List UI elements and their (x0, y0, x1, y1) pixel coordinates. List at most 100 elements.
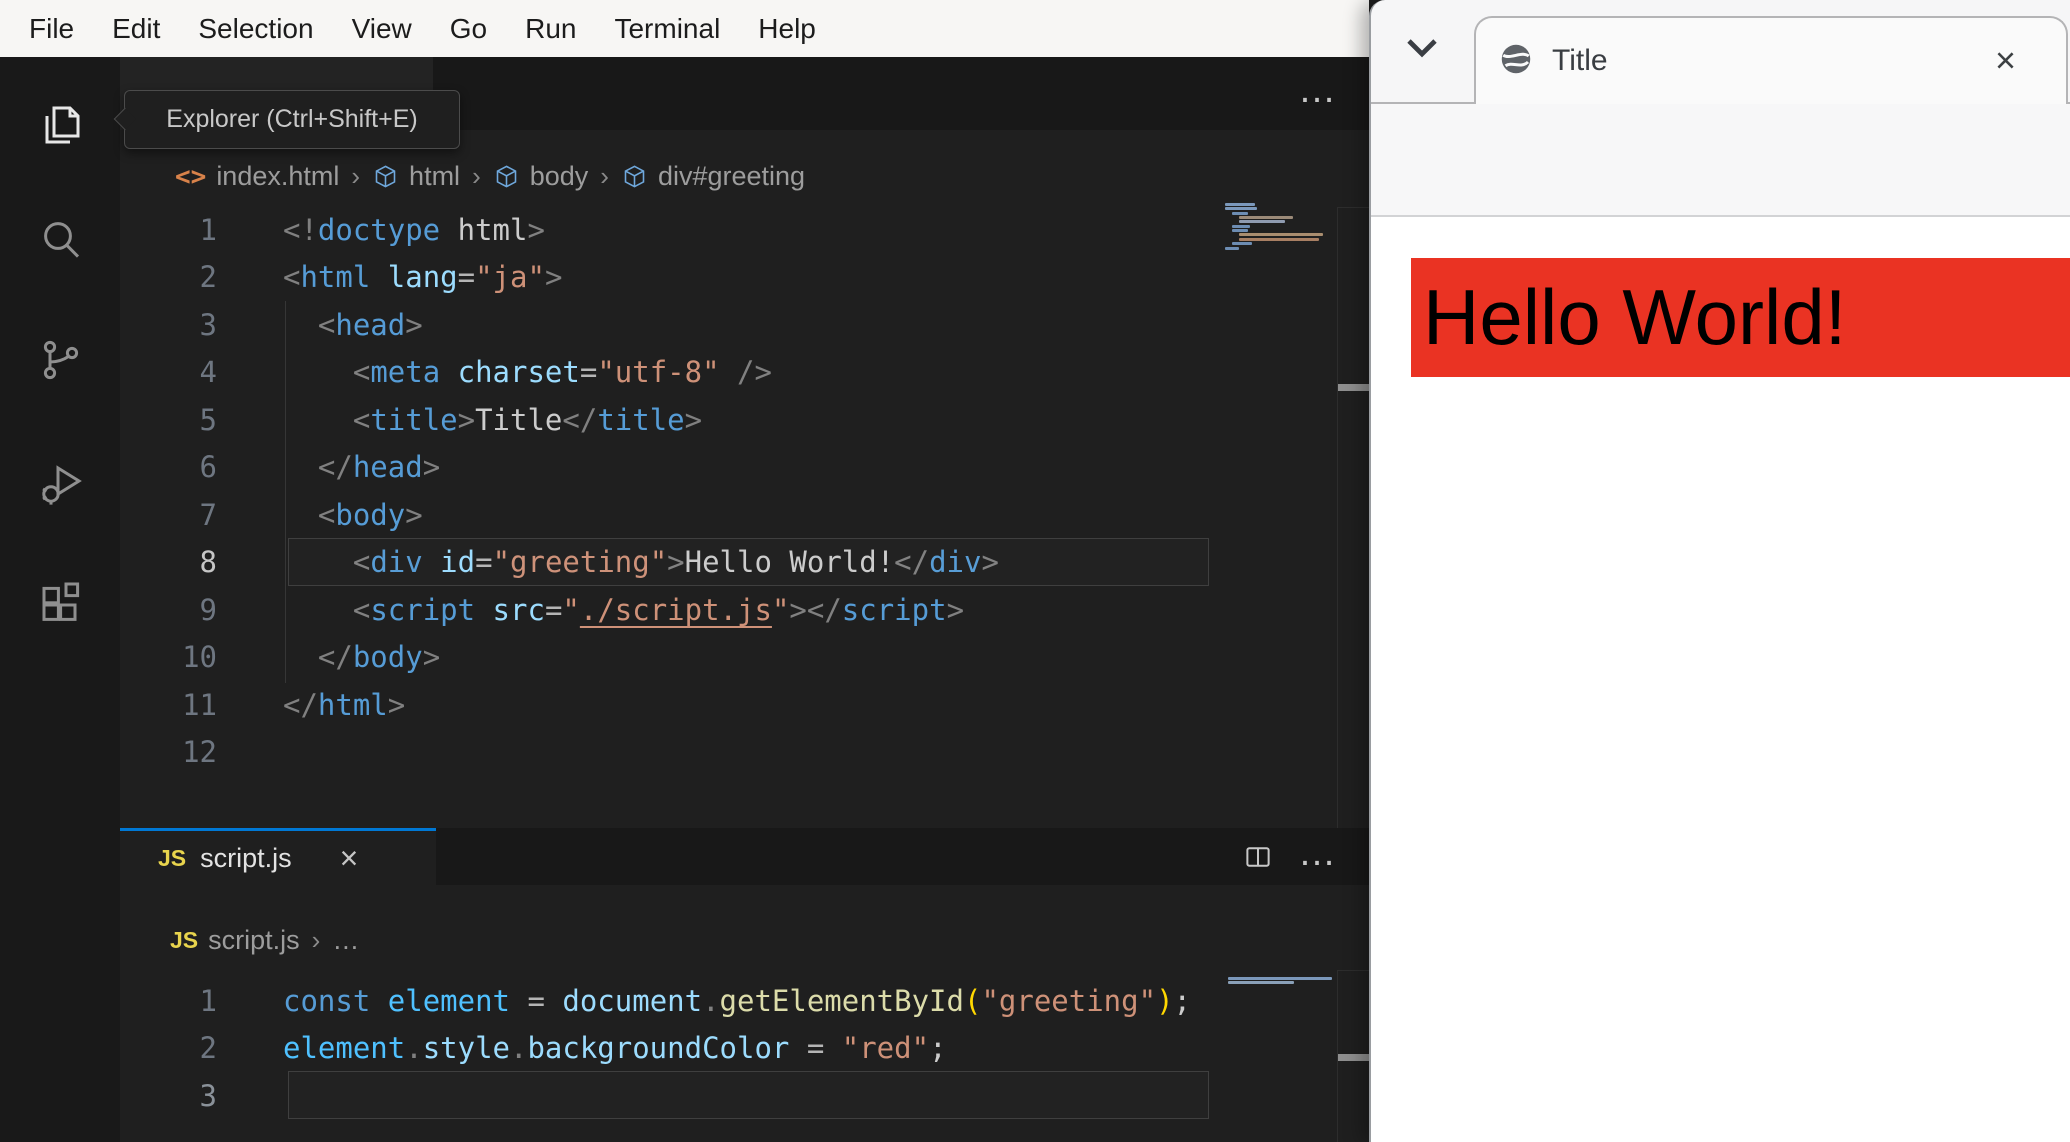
activity-bar (0, 57, 120, 1142)
minimap-line (1239, 220, 1285, 224)
menu-terminal[interactable]: Terminal (595, 13, 739, 45)
extensions-icon[interactable] (37, 580, 85, 628)
code-line-1[interactable]: 1 <!doctype html> (120, 206, 1360, 254)
line-number: 7 (199, 497, 217, 532)
cube-symbol-icon (372, 163, 399, 190)
browser-viewport: Hello World! (1371, 217, 2070, 1142)
minimap-line (1232, 242, 1252, 246)
minimap-line (1232, 229, 1248, 233)
chevron-right-icon: › (351, 161, 361, 191)
split-editor-icon[interactable] (1243, 842, 1273, 872)
code-line-10[interactable]: 10 </body> (120, 634, 1360, 682)
breadcrumb-item[interactable]: div#greeting (621, 161, 805, 192)
chevron-right-icon: › (311, 924, 321, 955)
minimap-line (1232, 211, 1248, 215)
menu-help[interactable]: Help (739, 13, 835, 45)
minimap-line (1232, 224, 1250, 228)
source-control-icon[interactable] (37, 336, 85, 384)
cube-symbol-icon (493, 163, 520, 190)
line-number: 3 (199, 307, 217, 342)
breadcrumb-label: div#greeting (657, 161, 806, 191)
run-and-debug-icon[interactable] (37, 461, 85, 509)
search-icon[interactable] (37, 216, 85, 264)
close-tab-icon[interactable]: × (1995, 42, 2016, 78)
line-number: 9 (199, 592, 217, 627)
editor-more-actions-icon[interactable]: … (1298, 69, 1339, 112)
scrollbar-thumb[interactable] (1338, 1054, 1369, 1061)
code-line-2[interactable]: 2 <html lang="ja"> (120, 254, 1360, 302)
line-number: 10 (182, 640, 217, 675)
breadcrumb-label: … (332, 924, 360, 955)
js-file-icon: JS (158, 844, 187, 871)
minimap-line (1239, 233, 1323, 237)
minimap-line (1225, 203, 1255, 206)
greeting-text: Hello World! (1423, 273, 1847, 361)
breadcrumb: <> index.html › html › body › div#greeting (175, 147, 805, 206)
tab-label: script.js (200, 842, 292, 873)
minimap-line (1239, 237, 1319, 241)
breadcrumb-label: script.js (208, 924, 300, 955)
current-line-highlight (288, 1071, 1209, 1120)
menu-view[interactable]: View (333, 13, 431, 45)
breadcrumb-item[interactable]: html (372, 161, 460, 192)
html-code-editor[interactable]: 1 <!doctype html> 2 <html lang="ja"> 3 <head… (120, 206, 1360, 776)
vscode-window: File Edit Selection View Go Run Terminal Help …… (0, 0, 1369, 1142)
close-tab-icon[interactable]: × (340, 842, 359, 874)
code-line-3[interactable]: 3 <head> (120, 301, 1360, 349)
line-number: 2 (199, 1031, 217, 1066)
chevron-right-icon: › (472, 161, 481, 191)
browser-window: Title × ファイル /home/u Hello World (1369, 0, 2070, 1142)
menu-edit[interactable]: Edit (93, 13, 179, 45)
line-number: 4 (199, 355, 217, 390)
line-number: 8 (199, 545, 217, 580)
code-line-1[interactable]: 1 const element = document.getElementById… (120, 977, 1360, 1025)
browser-tab-title: Title (1552, 44, 1608, 77)
menu-selection[interactable]: Selection (179, 13, 332, 45)
breadcrumb-item[interactable]: body (493, 161, 588, 192)
indent-guide (285, 301, 286, 683)
tab-search-chevron-icon[interactable] (1405, 34, 1439, 64)
editor-tab-bar-js: JS script.js × … (120, 828, 1369, 885)
breadcrumb-item[interactable]: JS script.js (170, 925, 300, 956)
code-line-5[interactable]: 5 <title>Title</title> (120, 396, 1360, 444)
line-number: 11 (182, 687, 217, 722)
chevron-right-icon: › (600, 161, 609, 191)
code-line-9[interactable]: 9 <script src="./script.js"></script> (120, 586, 1360, 634)
menu-run[interactable]: Run (506, 13, 595, 45)
breadcrumb-label: index.html (216, 161, 340, 191)
explorer-icon[interactable] (37, 101, 85, 149)
code-line-6[interactable]: 6 </head> (120, 444, 1360, 492)
breadcrumb-item[interactable]: <> index.html (175, 161, 339, 192)
scrollbar-thumb[interactable] (1338, 384, 1369, 391)
browser-tab[interactable]: Title × (1474, 16, 2068, 104)
editor-scrollbar[interactable] (1337, 970, 1369, 1142)
line-number: 1 (199, 212, 217, 247)
line-number: 6 (199, 450, 217, 485)
code-line-7[interactable]: 7 <body> (120, 491, 1360, 539)
explorer-tooltip: Explorer (Ctrl+Shift+E) (124, 90, 460, 149)
breadcrumb-label: html (409, 161, 461, 191)
tab-script-js[interactable]: JS script.js × (120, 828, 436, 885)
minimap-line (1239, 216, 1293, 220)
js-file-icon: JS (170, 926, 199, 953)
minimap-line (1228, 981, 1294, 985)
editor-scrollbar[interactable] (1337, 207, 1369, 828)
minimap-line (1225, 207, 1257, 211)
editor-more-actions-icon[interactable]: … (1298, 832, 1339, 875)
breadcrumb: JS script.js › … (170, 912, 359, 968)
code-line-11[interactable]: 11 </html> (120, 681, 1360, 729)
code-line-4[interactable]: 4 <meta charset="utf-8" /> (120, 349, 1360, 397)
code-line-12[interactable]: 12 (120, 729, 1360, 777)
cube-symbol-icon (621, 163, 648, 190)
html-file-icon: <> (175, 161, 207, 192)
minimap-line (1228, 977, 1332, 980)
minimap-line (1225, 246, 1239, 250)
breadcrumb-item[interactable]: … (332, 925, 359, 956)
line-number: 1 (199, 983, 217, 1018)
menu-go[interactable]: Go (431, 13, 506, 45)
globe-icon (1498, 41, 1534, 82)
menu-file[interactable]: File (10, 13, 93, 45)
line-number: 12 (182, 735, 217, 770)
line-number: 5 (199, 402, 217, 437)
code-line-2[interactable]: 2 element.style.backgroundColor = "red"; (120, 1025, 1360, 1073)
